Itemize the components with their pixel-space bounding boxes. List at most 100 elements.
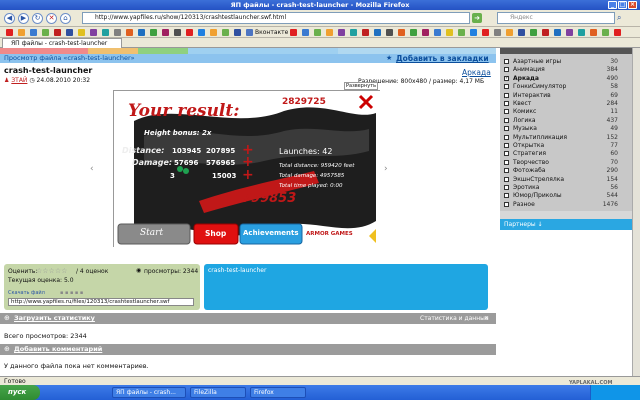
genre-item[interactable]: Интерактив 69 bbox=[504, 92, 618, 100]
bookmark-icon[interactable] bbox=[494, 29, 501, 36]
bookmark-icon[interactable] bbox=[422, 29, 429, 36]
url-input[interactable]: http://www.yapfiles.ru/show/120313/crash… bbox=[82, 12, 470, 24]
bookmark-icon[interactable] bbox=[210, 29, 217, 36]
bookmark-icon[interactable] bbox=[506, 29, 513, 36]
genre-item[interactable]: Анимация 384 bbox=[504, 66, 618, 74]
genre-checkbox[interactable] bbox=[504, 126, 509, 132]
genre-item[interactable]: Юмор/Приколы 544 bbox=[504, 192, 618, 200]
fullscreen-button[interactable]: Развернуть bbox=[344, 82, 379, 90]
genre-checkbox[interactable] bbox=[504, 59, 509, 64]
scrollbar[interactable] bbox=[632, 48, 640, 376]
genre-checkbox[interactable] bbox=[504, 159, 509, 165]
maximize-button[interactable]: □ bbox=[618, 1, 627, 9]
start-button[interactable]: пуск bbox=[0, 385, 40, 400]
genre-item[interactable]: Стратегия 60 bbox=[504, 150, 618, 158]
genre-item[interactable]: Комикс 11 bbox=[504, 108, 618, 116]
next-arrow-icon[interactable]: › bbox=[384, 164, 388, 174]
genre-item[interactable]: Открытка 77 bbox=[504, 142, 618, 150]
home-icon[interactable]: ⌂ bbox=[60, 13, 71, 24]
bookmark-icon[interactable] bbox=[186, 29, 193, 36]
tab-active[interactable]: ЯП файлы - crash-test-launcher bbox=[2, 38, 122, 48]
forward-icon[interactable]: ▶ bbox=[18, 13, 29, 24]
bookmark-icon[interactable] bbox=[374, 29, 381, 36]
genre-checkbox[interactable] bbox=[504, 143, 509, 148]
genre-checkbox[interactable] bbox=[504, 134, 509, 140]
bookmark-icon[interactable] bbox=[162, 29, 169, 36]
taskbar-item-firefox[interactable]: ЯП файлы - crash... bbox=[112, 387, 186, 398]
go-icon[interactable]: ➜ bbox=[472, 13, 482, 23]
stats-right[interactable]: Статистика и данные bbox=[420, 313, 489, 324]
genre-checkbox[interactable] bbox=[504, 92, 509, 98]
genre-item[interactable]: Фотожаба 290 bbox=[504, 167, 618, 175]
bookmark-icon[interactable] bbox=[90, 29, 97, 36]
genre-checkbox[interactable] bbox=[504, 193, 509, 199]
bookmark-icon[interactable] bbox=[18, 29, 25, 36]
embed-url-input[interactable]: http://www.yapfiles.ru/files/120313/cras… bbox=[8, 298, 194, 306]
bookmark-icon[interactable] bbox=[386, 29, 393, 36]
bookmark-icon[interactable] bbox=[222, 29, 229, 36]
bookmark-icon[interactable] bbox=[590, 29, 597, 36]
bookmark-icon[interactable] bbox=[302, 29, 309, 36]
genre-item[interactable]: ✓ Аркада 490 bbox=[504, 75, 618, 83]
partners-header[interactable]: Партнеры ↓ bbox=[500, 219, 640, 230]
bookmark-icon[interactable] bbox=[446, 29, 453, 36]
bookmark-icon[interactable] bbox=[554, 29, 561, 36]
bookmark-icon[interactable] bbox=[234, 29, 241, 36]
genre-checkbox[interactable] bbox=[504, 101, 509, 106]
genre-checkbox[interactable]: ✓ bbox=[504, 75, 509, 81]
bookmark-icon[interactable] bbox=[114, 29, 121, 36]
genre-item[interactable]: Разное 1476 bbox=[504, 201, 618, 209]
prev-arrow-icon[interactable]: ‹ bbox=[90, 164, 94, 174]
bookmark-icon[interactable] bbox=[362, 29, 369, 36]
taskbar-item-browser[interactable]: Firefox bbox=[250, 387, 306, 398]
genre-checkbox[interactable] bbox=[504, 109, 509, 115]
genre-checkbox[interactable] bbox=[504, 117, 509, 123]
bookmark-icon[interactable] bbox=[434, 29, 441, 36]
bookmark-icon[interactable] bbox=[542, 29, 549, 36]
stats-header[interactable]: Загрузить статистику bbox=[14, 313, 95, 324]
bookmark-icon[interactable] bbox=[30, 29, 37, 36]
search-icon[interactable]: ⌕ bbox=[617, 13, 627, 23]
bookmark-icon[interactable] bbox=[482, 29, 489, 36]
bookmark-icon[interactable] bbox=[42, 29, 49, 36]
bookmark-vkontakte[interactable]: Вконтакте bbox=[255, 27, 288, 38]
bookmark-icon[interactable] bbox=[326, 29, 333, 36]
genre-item[interactable]: Музыка 49 bbox=[504, 125, 618, 133]
genre-checkbox[interactable] bbox=[504, 176, 509, 182]
bookmark-icon[interactable] bbox=[530, 29, 537, 36]
back-icon[interactable]: ◀ bbox=[4, 13, 15, 24]
bookmark-icon[interactable] bbox=[54, 29, 61, 36]
bookmark-icon[interactable] bbox=[578, 29, 585, 36]
taskbar-item-filezilla[interactable]: FileZilla bbox=[190, 387, 246, 398]
bookmark-icon[interactable] bbox=[174, 29, 181, 36]
bookmark-icon[interactable] bbox=[290, 29, 297, 36]
add-bookmark-link[interactable]: Добавить в закладки bbox=[396, 54, 489, 63]
bookmark-icon[interactable] bbox=[566, 29, 573, 36]
start-button[interactable]: Start bbox=[140, 228, 163, 238]
rating-stars[interactable]: ☆☆☆☆☆ bbox=[36, 267, 67, 275]
comments-header[interactable]: Добавить комментарий bbox=[14, 344, 102, 355]
breadcrumb-text[interactable]: Просмотр файла «crash-test-launcher» bbox=[4, 54, 135, 62]
category-link[interactable]: Аркада bbox=[462, 68, 491, 77]
bookmark-icon[interactable] bbox=[602, 29, 609, 36]
bookmark-icon[interactable] bbox=[338, 29, 345, 36]
achievements-button[interactable]: Achievements bbox=[243, 229, 299, 237]
flash-game[interactable]: Your result: 2829725 Развернуть Height b… bbox=[113, 82, 381, 248]
sponsor-logo[interactable]: ARMOR GAMES bbox=[306, 231, 353, 237]
genre-checkbox[interactable] bbox=[504, 185, 509, 190]
genre-item[interactable]: Квест 284 bbox=[504, 100, 618, 108]
close-icon[interactable]: ✕ bbox=[484, 313, 489, 324]
genre-item[interactable]: Азартные игры 30 bbox=[504, 58, 618, 66]
author-link[interactable]: ЗТАЙ bbox=[11, 77, 27, 84]
genre-item[interactable]: Творчество 70 bbox=[504, 159, 618, 167]
bookmark-icon[interactable] bbox=[6, 29, 13, 36]
bookmark-icon[interactable] bbox=[398, 29, 405, 36]
genre-checkbox[interactable] bbox=[504, 168, 509, 174]
genre-checkbox[interactable] bbox=[504, 84, 509, 90]
bookmark-icon[interactable] bbox=[66, 29, 73, 36]
bookmark-icon[interactable] bbox=[518, 29, 525, 36]
genre-item[interactable]: ЭкшнСтрелялка 154 bbox=[504, 176, 618, 184]
bookmark-icon[interactable] bbox=[126, 29, 133, 36]
bookmark-icon[interactable] bbox=[150, 29, 157, 36]
genre-item[interactable]: Мультипликация 152 bbox=[504, 134, 618, 142]
